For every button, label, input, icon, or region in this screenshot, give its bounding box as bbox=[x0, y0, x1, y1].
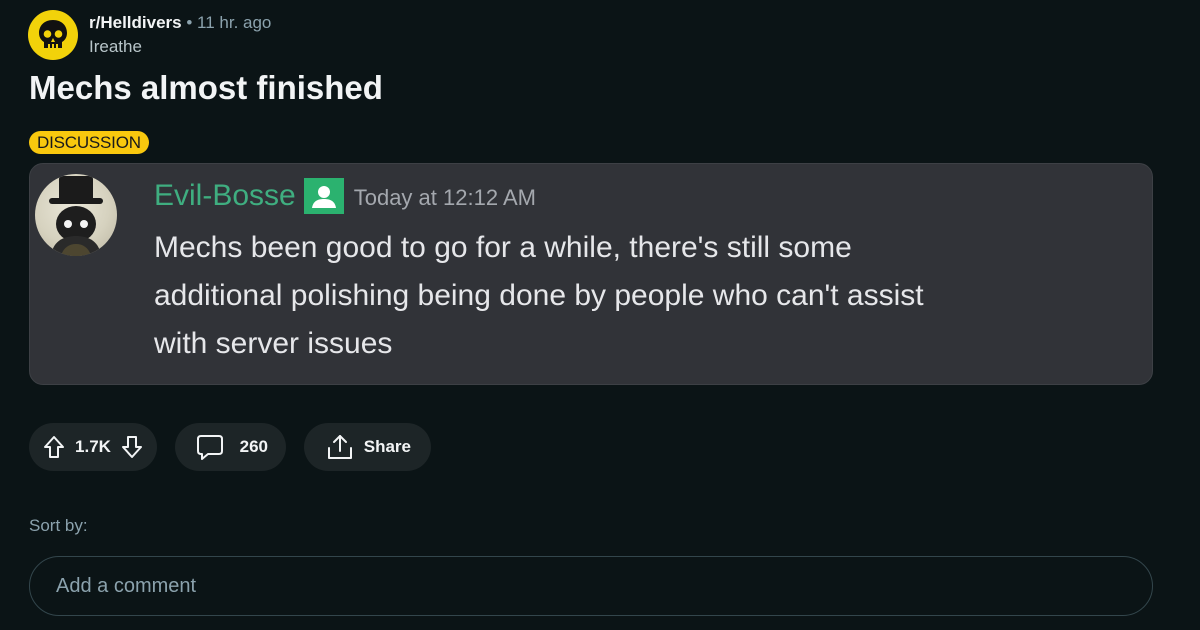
sort-label[interactable]: Sort by: bbox=[29, 515, 88, 537]
upvote-arrow-icon[interactable] bbox=[39, 432, 69, 462]
share-button[interactable]: Share bbox=[304, 423, 431, 471]
message-line: additional polishing being done by peopl… bbox=[154, 279, 924, 312]
vote-count: 1.7K bbox=[75, 437, 111, 456]
post-image[interactable]: Evil-Bosse Today at 12:12 AM Mechs been … bbox=[29, 163, 1153, 385]
comment-box[interactable] bbox=[29, 556, 1153, 616]
post-flair[interactable]: DISCUSSION bbox=[29, 131, 149, 154]
post-time: 11 hr. ago bbox=[197, 13, 272, 32]
discord-timestamp: Today at 12:12 AM bbox=[353, 185, 536, 210]
downvote-arrow-icon[interactable] bbox=[117, 432, 147, 462]
message-line: Mechs been good to go for a while, there… bbox=[154, 231, 852, 264]
meta-separator: • bbox=[186, 13, 193, 32]
comment-count: 260 bbox=[239, 437, 268, 456]
member-badge-icon bbox=[303, 178, 344, 214]
post-title: Mechs almost finished bbox=[29, 69, 383, 106]
share-icon bbox=[325, 432, 355, 462]
comments-button[interactable]: 260 bbox=[175, 423, 286, 471]
comment-input[interactable] bbox=[54, 573, 1128, 599]
discord-avatar bbox=[35, 174, 117, 256]
message-line: with server issues bbox=[154, 327, 393, 360]
speech-bubble-icon bbox=[195, 432, 225, 462]
share-label: Share bbox=[363, 437, 411, 456]
author-link[interactable]: Ireathe bbox=[89, 36, 142, 58]
discord-message-header: Evil-Bosse Today at 12:12 AM bbox=[154, 176, 536, 216]
post-page: r/Helldivers • 11 hr. ago Ireathe Mechs … bbox=[0, 0, 1200, 630]
subreddit-link[interactable]: r/Helldivers bbox=[89, 13, 182, 32]
vote-bar: 1.7K bbox=[29, 423, 157, 471]
discord-username: Evil-Bosse bbox=[154, 179, 296, 212]
skull-icon[interactable] bbox=[28, 10, 78, 60]
discord-message-text: Mechs been good to go for a while, there… bbox=[154, 224, 1114, 368]
post-meta: r/Helldivers • 11 hr. ago bbox=[89, 12, 271, 34]
